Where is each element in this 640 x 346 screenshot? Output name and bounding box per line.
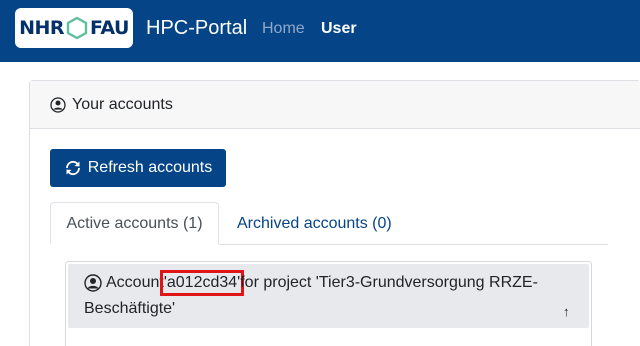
logo-text-left: NHR xyxy=(19,17,65,39)
refresh-icon xyxy=(65,160,80,176)
accounts-card: Your accounts Refresh accounts Active ac… xyxy=(29,80,640,346)
account-prefix: Account xyxy=(106,274,164,291)
tab-archived-accounts[interactable]: Archived accounts (0) xyxy=(237,202,392,245)
account-header[interactable]: Account 'a012cd34' for project 'Tier3-Gr… xyxy=(68,264,589,328)
refresh-accounts-button[interactable]: Refresh accounts xyxy=(50,149,226,187)
brand-title[interactable]: HPC-Portal xyxy=(146,17,247,40)
hexagon-icon xyxy=(66,16,88,40)
sort-arrow-icon[interactable]: ↑ xyxy=(563,304,570,319)
nav-link-user[interactable]: User xyxy=(321,20,357,38)
account-panel: Account 'a012cd34' for project 'Tier3-Gr… xyxy=(65,261,592,346)
account-id: 'a012cd34' xyxy=(159,270,245,296)
logo-text-right: FAU xyxy=(90,17,129,39)
nav-link-home[interactable]: Home xyxy=(262,20,305,38)
nhr-fau-logo[interactable]: NHR FAU xyxy=(15,8,133,48)
account-tabs: Active accounts (1) Archived accounts (0… xyxy=(50,202,608,245)
user-circle-icon xyxy=(50,96,66,113)
account-project-line2: Beschäftigte' xyxy=(84,300,176,317)
account-title-line: Account 'a012cd34' for project 'Tier3-Gr… xyxy=(84,270,538,296)
card-title: Your accounts xyxy=(72,95,173,113)
card-header: Your accounts xyxy=(30,81,640,129)
refresh-button-label: Refresh accounts xyxy=(87,159,213,176)
account-project: for project 'Tier3-Grundversorgung RRZE- xyxy=(240,274,538,291)
tab-active-accounts[interactable]: Active accounts (1) xyxy=(50,202,219,245)
user-circle-filled-icon xyxy=(84,274,102,292)
top-navbar: NHR FAU HPC-Portal Home User xyxy=(0,0,640,62)
